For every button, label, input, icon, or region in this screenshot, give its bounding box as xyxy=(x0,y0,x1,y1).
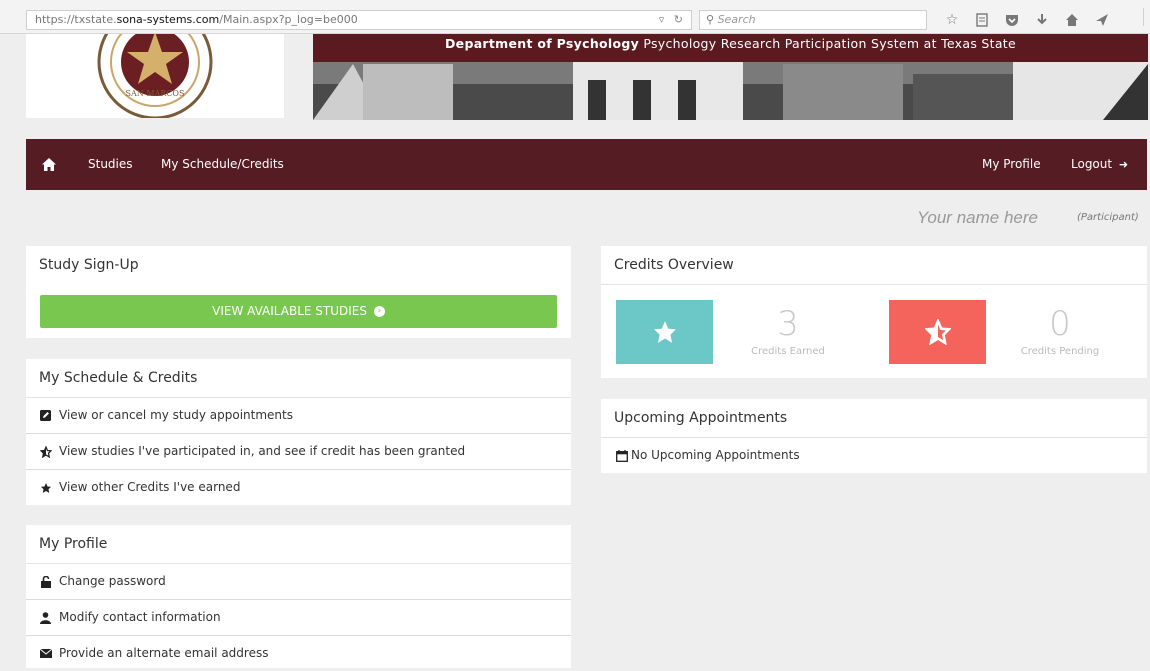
my-profile-panel: My Profile Change password Modify contac… xyxy=(26,525,571,668)
credits-pending-value: 0 xyxy=(1049,304,1071,344)
logo-text: SAN MARCOS xyxy=(126,89,185,98)
banner-title: Department of Psychology Psychology Rese… xyxy=(313,34,1148,62)
study-signup-panel: Study Sign-Up VIEW AVAILABLE STUDIES › xyxy=(26,246,571,338)
chevron-circle-right-icon: › xyxy=(373,306,385,317)
list-item-label: Provide an alternate email address xyxy=(59,646,269,660)
list-item-label: View studies I've participated in, and s… xyxy=(59,444,466,458)
header-banner: Department of Psychology Psychology Rese… xyxy=(313,34,1148,120)
edit-icon xyxy=(39,409,52,422)
dropdown-arrow-icon[interactable]: ▿ xyxy=(659,13,665,26)
list-item-label: Change password xyxy=(59,574,166,588)
nav-home[interactable] xyxy=(42,139,56,190)
credits-earned-label: Credits Earned xyxy=(751,346,825,357)
credits-overview-panel: Credits Overview 3 Credits Earned 0 Cred… xyxy=(601,246,1147,378)
reading-list-icon[interactable] xyxy=(974,12,990,28)
study-signup-title: Study Sign-Up xyxy=(39,257,139,273)
my-profile-title: My Profile xyxy=(26,525,571,564)
list-item-cancel-appointments[interactable]: View or cancel my study appointments xyxy=(26,398,571,434)
schedule-credits-title: My Schedule & Credits xyxy=(26,359,571,398)
credits-earned-value: 3 xyxy=(777,304,799,344)
list-item-other-credits[interactable]: View other Credits I've earned xyxy=(26,470,571,505)
download-icon[interactable] xyxy=(1034,12,1050,28)
schedule-credits-panel: My Schedule & Credits View or cancel my … xyxy=(26,359,571,505)
credits-pending-label: Credits Pending xyxy=(1020,346,1100,357)
user-icon xyxy=(39,611,52,624)
credits-overview-title: Credits Overview xyxy=(601,246,1147,285)
no-appointments-row: No Upcoming Appointments xyxy=(601,438,1147,473)
star-half-icon xyxy=(924,319,951,345)
toolbar-divider xyxy=(1143,8,1144,26)
list-item-label: View other Credits I've earned xyxy=(59,480,241,494)
url-host: sona-systems.com xyxy=(116,13,220,26)
unlock-icon xyxy=(39,575,52,588)
star-icon xyxy=(653,321,676,343)
reload-icon[interactable]: ↻ xyxy=(674,13,683,26)
url-prefix: https://txstate. xyxy=(35,13,117,26)
browser-icons: ☆ xyxy=(944,9,1110,31)
nav-my-schedule-credits[interactable]: My Schedule/Credits xyxy=(161,139,284,190)
list-item-label: View or cancel my study appointments xyxy=(59,408,293,422)
send-icon[interactable] xyxy=(1094,12,1110,28)
pocket-icon[interactable] xyxy=(1004,12,1020,28)
logout-icon: ➜ xyxy=(1118,158,1129,171)
bookmark-star-icon[interactable]: ☆ xyxy=(944,12,960,28)
university-logo[interactable]: SAN MARCOS xyxy=(26,4,284,120)
logout-label: Logout xyxy=(1071,157,1113,171)
credits-pending-tile xyxy=(889,300,986,364)
url-path: /Main.aspx?p_log=be000 xyxy=(219,13,358,26)
nav-studies[interactable]: Studies xyxy=(88,139,133,190)
list-item-alternate-email[interactable]: Provide an alternate email address xyxy=(26,636,571,671)
credits-earned-tile xyxy=(616,300,713,364)
user-name: Your name here xyxy=(917,208,1038,227)
home-icon xyxy=(42,158,56,171)
upcoming-appointments-title: Upcoming Appointments xyxy=(601,399,1147,438)
star-icon xyxy=(39,481,52,494)
star-half-icon xyxy=(39,445,52,458)
list-item-studies-participated[interactable]: View studies I've participated in, and s… xyxy=(26,434,571,470)
upcoming-appointments-panel: Upcoming Appointments No Upcoming Appoin… xyxy=(601,399,1147,473)
list-item-modify-contact[interactable]: Modify contact information xyxy=(26,600,571,636)
user-role: (Participant) xyxy=(1077,212,1139,223)
list-item-change-password[interactable]: Change password xyxy=(26,564,571,600)
view-studies-label: VIEW AVAILABLE STUDIES xyxy=(212,304,367,318)
home-icon[interactable] xyxy=(1064,12,1080,28)
search-icon: ⚲ xyxy=(706,13,715,26)
no-appointments-text: No Upcoming Appointments xyxy=(631,448,800,462)
view-available-studies-button[interactable]: VIEW AVAILABLE STUDIES › xyxy=(40,295,557,328)
banner-system-name: Psychology Research Participation System… xyxy=(639,36,1016,51)
envelope-icon xyxy=(39,647,52,660)
nav-my-profile[interactable]: My Profile xyxy=(982,139,1041,190)
main-navbar: Studies My Schedule/Credits My Profile L… xyxy=(26,139,1147,190)
nav-logout[interactable]: Logout ➜ xyxy=(1071,139,1128,190)
search-input[interactable]: ⚲ Search xyxy=(699,10,927,30)
list-item-label: Modify contact information xyxy=(59,610,221,624)
browser-toolbar: https://txstate.sona-systems.com/Main.as… xyxy=(0,0,1150,34)
address-bar[interactable]: https://txstate.sona-systems.com/Main.as… xyxy=(26,10,692,30)
search-placeholder: Search xyxy=(717,13,756,26)
calendar-icon xyxy=(615,449,628,462)
banner-department: Department of Psychology xyxy=(445,36,640,51)
